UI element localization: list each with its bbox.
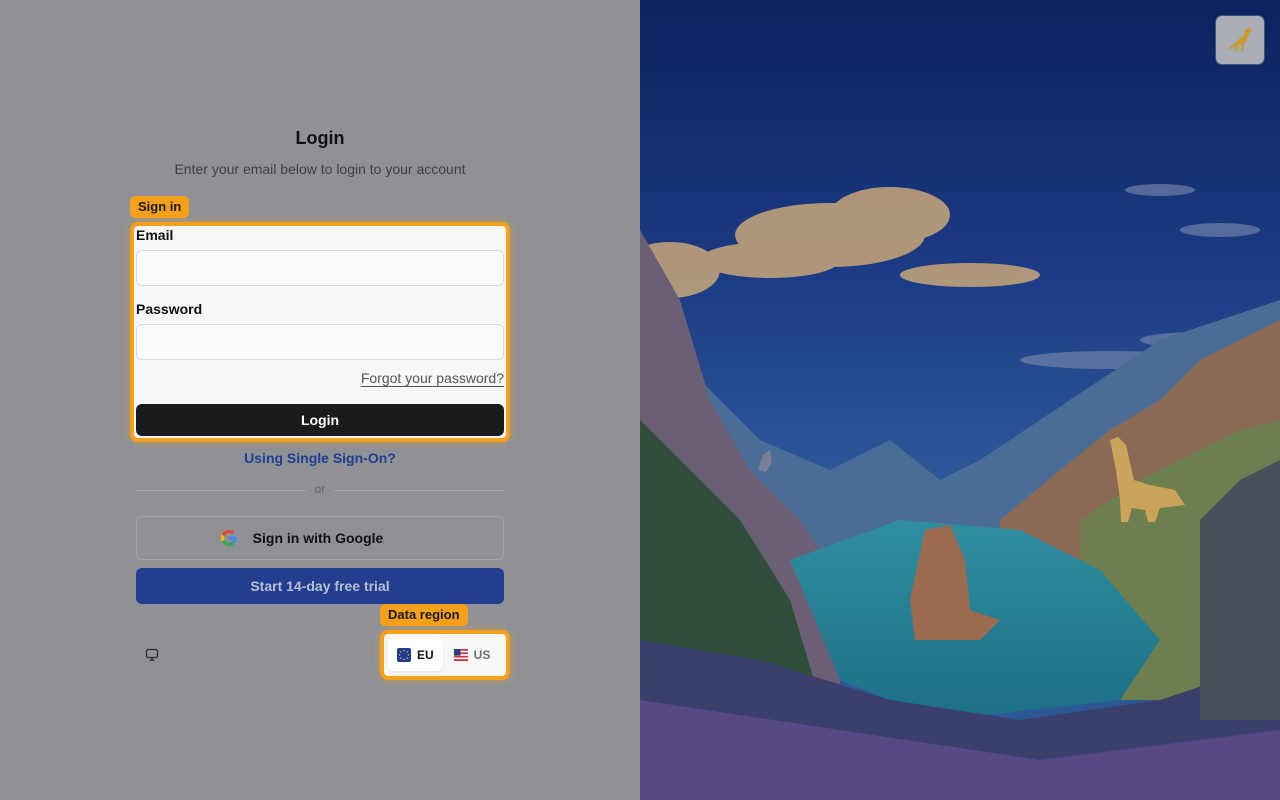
or-divider: or xyxy=(136,482,504,498)
region-option-label: US xyxy=(473,648,491,662)
region-option-us[interactable]: US xyxy=(445,639,500,671)
sign-in-tag: Sign in xyxy=(130,196,190,218)
logo-button[interactable] xyxy=(1216,16,1264,64)
us-flag-icon xyxy=(453,649,468,661)
region-option-label: EU xyxy=(417,648,434,662)
page-subtitle: Enter your email below to login to your … xyxy=(174,161,466,177)
email-field[interactable] xyxy=(136,250,504,286)
theme-toggle-button[interactable] xyxy=(143,646,161,664)
password-label: Password xyxy=(136,301,203,317)
divider-text: or xyxy=(314,482,326,496)
sign-in-form: Email Password Forgot your password? Log… xyxy=(130,222,510,442)
password-field[interactable] xyxy=(136,324,504,360)
dinosaur-logo-icon xyxy=(1224,26,1256,54)
login-panel: Login Enter your email below to login to… xyxy=(0,0,640,800)
page-title: Login xyxy=(295,128,345,148)
google-icon xyxy=(220,530,237,546)
landscape-illustration xyxy=(640,0,1280,800)
eu-flag-icon xyxy=(397,648,411,662)
login-button[interactable]: Login xyxy=(136,404,504,436)
sso-link[interactable]: Using Single Sign-On? xyxy=(0,450,640,466)
hero-illustration xyxy=(640,0,1280,800)
region-option-eu[interactable]: EU xyxy=(388,639,443,671)
data-region-tag: Data region xyxy=(380,604,468,626)
monitor-icon xyxy=(145,648,159,662)
google-button-label: Sign in with Google xyxy=(252,530,384,546)
google-sign-in-button[interactable]: Sign in with Google xyxy=(136,516,504,560)
email-label: Email xyxy=(136,227,174,243)
forgot-password-link[interactable]: Forgot your password? xyxy=(361,370,504,386)
free-trial-button[interactable]: Start 14-day free trial xyxy=(136,568,504,604)
data-region-selector: EU US xyxy=(380,630,510,680)
